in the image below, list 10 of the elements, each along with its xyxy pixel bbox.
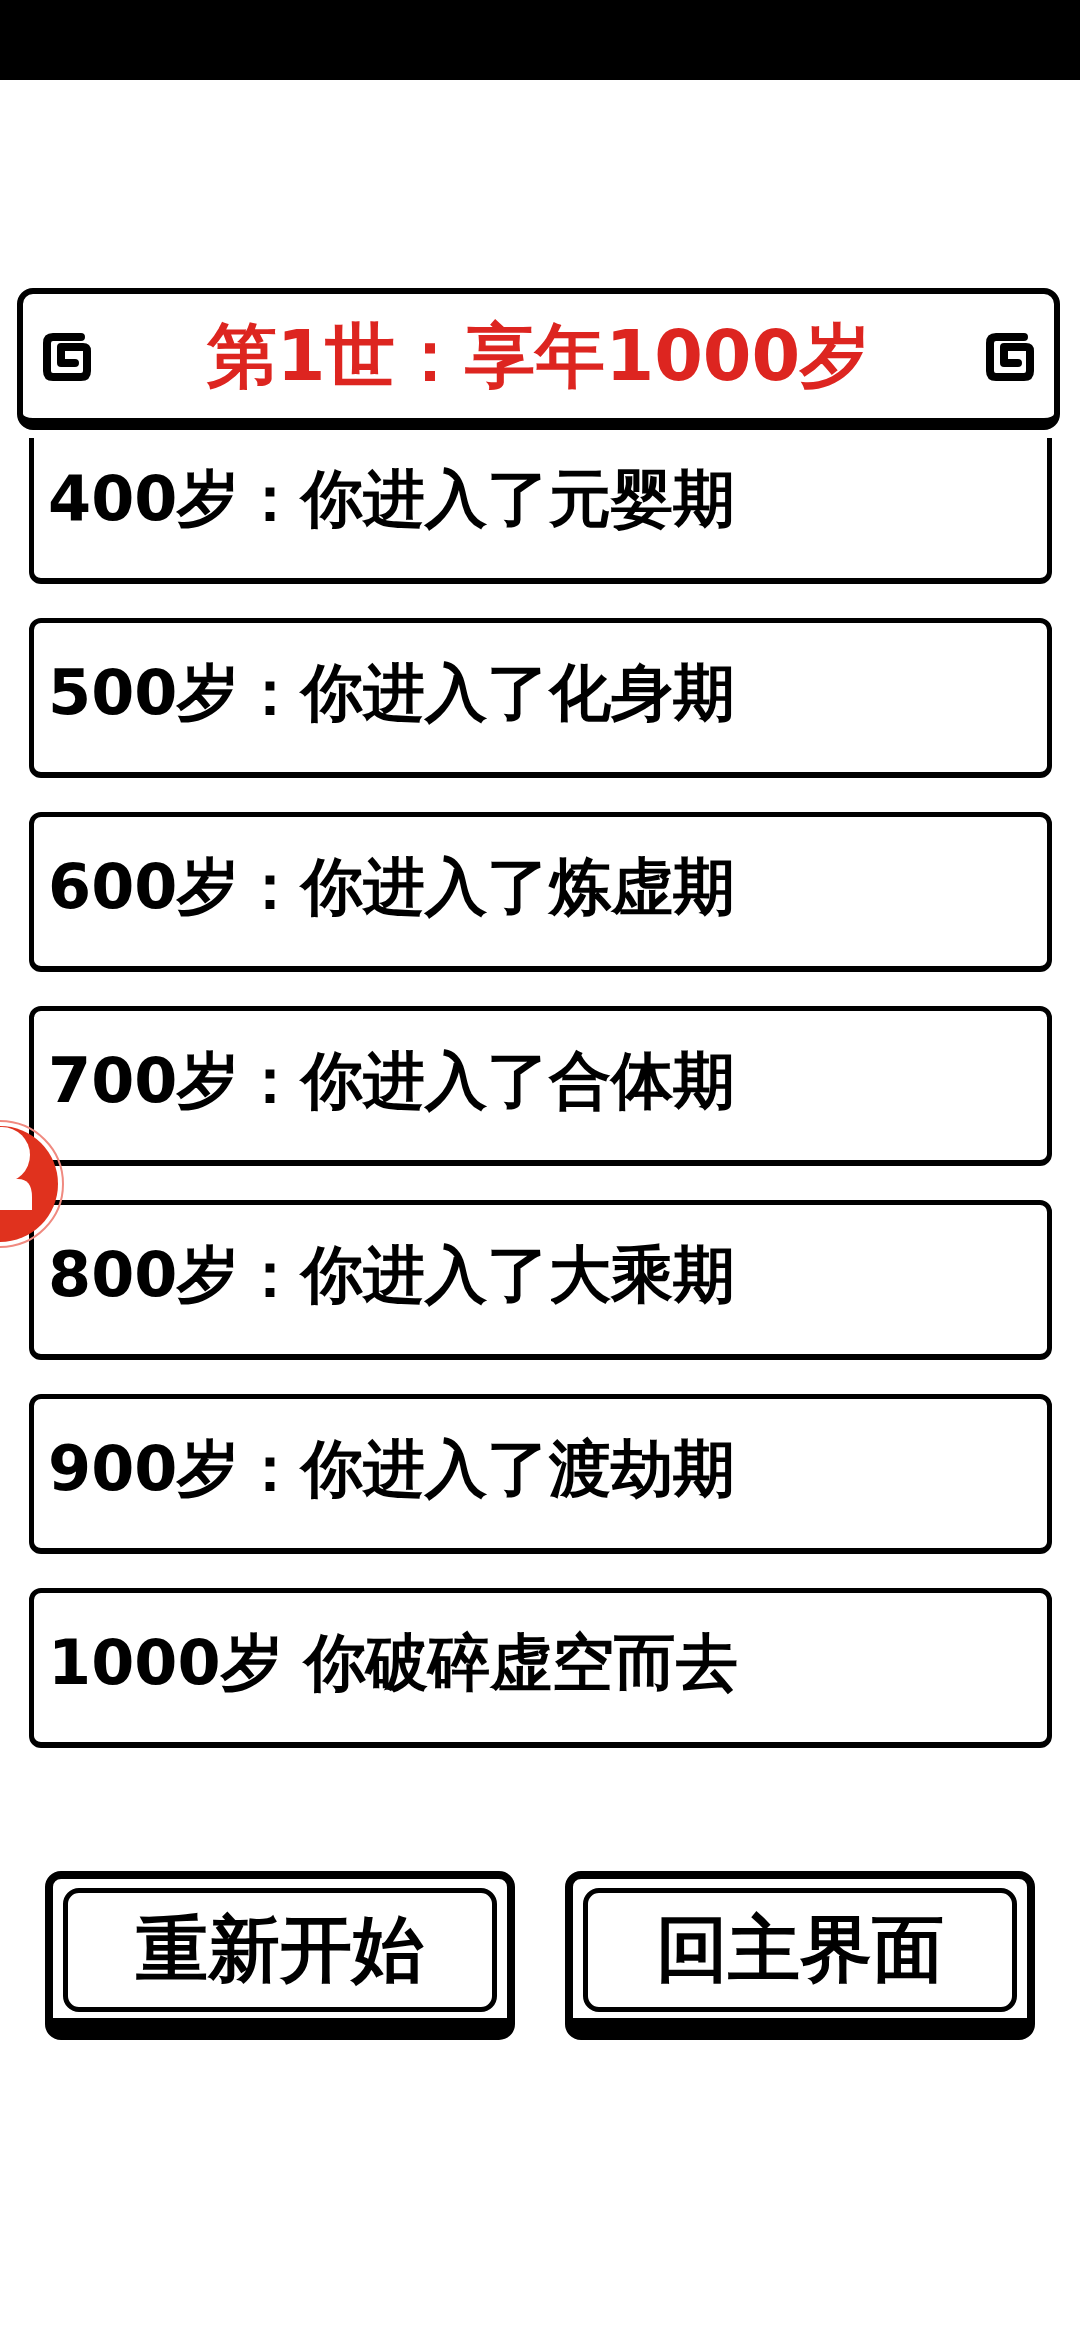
- event-text: 500岁：你进入了化身期: [48, 659, 736, 728]
- menu-button[interactable]: 重新开始: [45, 1871, 515, 2040]
- event-text: 800岁：你进入了大乘期: [48, 1241, 736, 1310]
- menu-button[interactable]: 回主界面: [565, 1871, 1035, 2040]
- event-text: 900岁：你进入了渡劫期: [48, 1435, 736, 1504]
- lifetime-title: 第1世：享年1000岁: [205, 317, 872, 395]
- event-text: 600岁：你进入了炼虚期: [48, 853, 736, 922]
- event-text: 400岁：你进入了元婴期: [48, 465, 736, 534]
- event-text: 1000岁 你破碎虚空而去: [48, 1629, 739, 1698]
- event-text: 700岁：你进入了合体期: [48, 1047, 736, 1116]
